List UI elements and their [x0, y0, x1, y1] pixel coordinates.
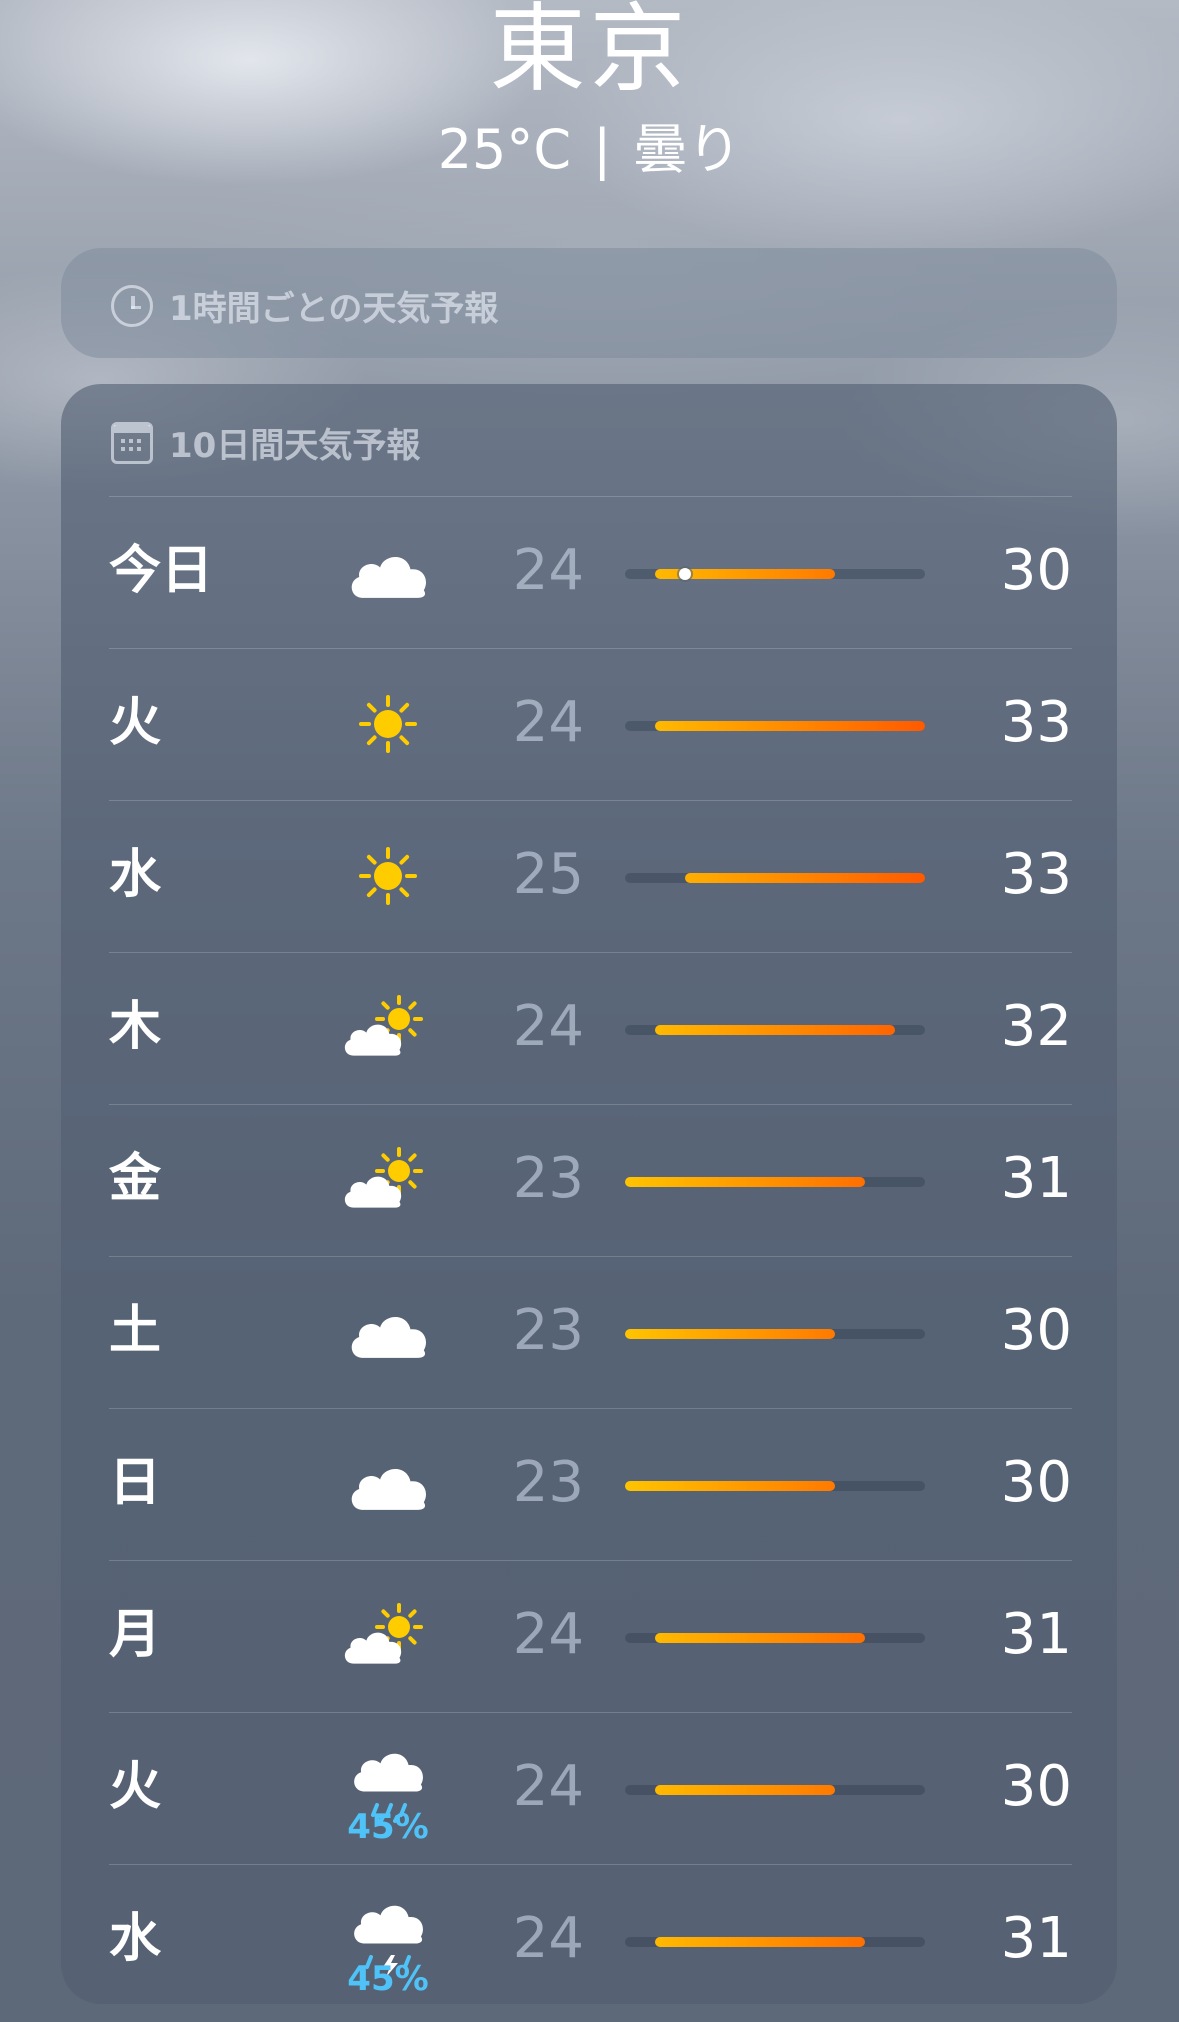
city-name: 東京	[489, 0, 690, 105]
forecast-day: 金	[109, 1149, 162, 1209]
ten-day-forecast-header: 10日間天気予報	[111, 418, 420, 467]
temperature-range-bar	[655, 1633, 865, 1643]
calendar-icon	[111, 421, 153, 464]
high-temperature: 33	[1000, 690, 1072, 755]
forecast-day: 火	[109, 1757, 162, 1817]
forecast-day: 水	[109, 1909, 162, 1969]
temperature-range-bar	[625, 1481, 835, 1491]
sun-behind-cloud-icon	[341, 1601, 435, 1671]
low-temperature: 23	[512, 1450, 584, 1515]
current-temperature-dot	[679, 568, 691, 580]
forecast-day: 火	[109, 693, 162, 753]
temperature-range-bar	[655, 1785, 835, 1795]
precipitation-chance: 45%	[347, 1807, 429, 1847]
forecast-row[interactable]: 火 45% 24 30	[109, 1712, 1072, 1864]
temperature-range-track	[625, 1329, 925, 1339]
high-temperature: 30	[1000, 1450, 1072, 1515]
temperature-range-bar	[655, 721, 925, 731]
low-temperature: 23	[512, 1298, 584, 1363]
sun-icon	[341, 689, 435, 759]
temperature-range-track	[625, 1633, 925, 1643]
low-temperature: 24	[512, 1602, 584, 1667]
cloud-icon	[341, 1449, 435, 1519]
high-temperature: 31	[1000, 1906, 1072, 1971]
current-temperature: 25°C	[437, 118, 572, 181]
cloud-icon	[341, 1297, 435, 1367]
low-temperature: 24	[512, 1754, 584, 1819]
high-temperature: 33	[1000, 842, 1072, 907]
forecast-day: 木	[109, 997, 162, 1057]
low-temperature: 25	[512, 842, 584, 907]
temperature-range-track	[625, 1481, 925, 1491]
high-temperature: 32	[1000, 994, 1072, 1059]
ten-day-forecast-card[interactable]: 10日間天気予報 今日 24 30 火 24 33 水 25 33 木 24 32 金 23 31 土 23 30…	[61, 384, 1117, 2004]
sun-icon	[341, 841, 435, 911]
low-temperature: 24	[512, 994, 584, 1059]
forecast-row[interactable]: 水 45% 24 31	[109, 1864, 1072, 2016]
hourly-forecast-header: 1時間ごとの天気予報	[111, 281, 498, 330]
forecast-row[interactable]: 日 23 30	[109, 1408, 1072, 1560]
forecast-row[interactable]: 今日 24 30	[109, 496, 1072, 648]
forecast-row[interactable]: 金 23 31	[109, 1104, 1072, 1256]
forecast-day: 土	[109, 1301, 162, 1361]
high-temperature: 30	[1000, 1298, 1072, 1363]
temperature-range-bar	[625, 1329, 835, 1339]
high-temperature: 31	[1000, 1602, 1072, 1667]
high-temperature: 30	[1000, 1754, 1072, 1819]
low-temperature: 24	[512, 690, 584, 755]
ten-day-forecast-title: 10日間天気予報	[169, 426, 421, 466]
separator: |	[593, 118, 612, 181]
temperature-range-track	[625, 1025, 925, 1035]
forecast-day: 日	[109, 1453, 162, 1513]
current-conditions: 25°C | 曇り	[0, 118, 1179, 182]
low-temperature: 23	[512, 1146, 584, 1211]
temperature-range-bar	[625, 1177, 865, 1187]
temperature-range-track	[625, 1785, 925, 1795]
forecast-row[interactable]: 水 25 33	[109, 800, 1072, 952]
high-temperature: 31	[1000, 1146, 1072, 1211]
low-temperature: 24	[512, 538, 584, 603]
temperature-range-track	[625, 721, 925, 731]
forecast-row[interactable]: 木 24 32	[109, 952, 1072, 1104]
hourly-forecast-card[interactable]: 1時間ごとの天気予報	[61, 248, 1117, 358]
current-condition: 曇り	[633, 118, 742, 181]
hourly-forecast-title: 1時間ごとの天気予報	[169, 289, 499, 329]
forecast-row[interactable]: 火 24 33	[109, 648, 1072, 800]
temperature-range-track	[625, 568, 925, 580]
temperature-range-track	[625, 1177, 925, 1187]
forecast-row[interactable]: 土 23 30	[109, 1256, 1072, 1408]
forecast-day: 月	[109, 1605, 162, 1665]
cloud-icon	[341, 537, 435, 607]
precipitation-chance: 45%	[347, 1959, 429, 1999]
temperature-range-bar	[655, 1025, 895, 1035]
temperature-range-track	[625, 1937, 925, 1947]
temperature-range-bar	[685, 873, 925, 883]
forecast-day: 今日	[109, 541, 214, 601]
clock-icon	[111, 284, 153, 327]
forecast-rows: 今日 24 30 火 24 33 水 25 33 木 24 32 金 23 31 土 23 30 日 23 30 月 24 3…	[109, 496, 1072, 2016]
temperature-range-bar	[655, 1937, 865, 1947]
forecast-day: 水	[109, 845, 162, 905]
forecast-row[interactable]: 月 24 31	[109, 1560, 1072, 1712]
high-temperature: 30	[1000, 538, 1072, 603]
sun-behind-cloud-icon	[341, 1145, 435, 1215]
sun-behind-cloud-icon	[341, 993, 435, 1063]
temperature-range-track	[625, 873, 925, 883]
low-temperature: 24	[512, 1906, 584, 1971]
